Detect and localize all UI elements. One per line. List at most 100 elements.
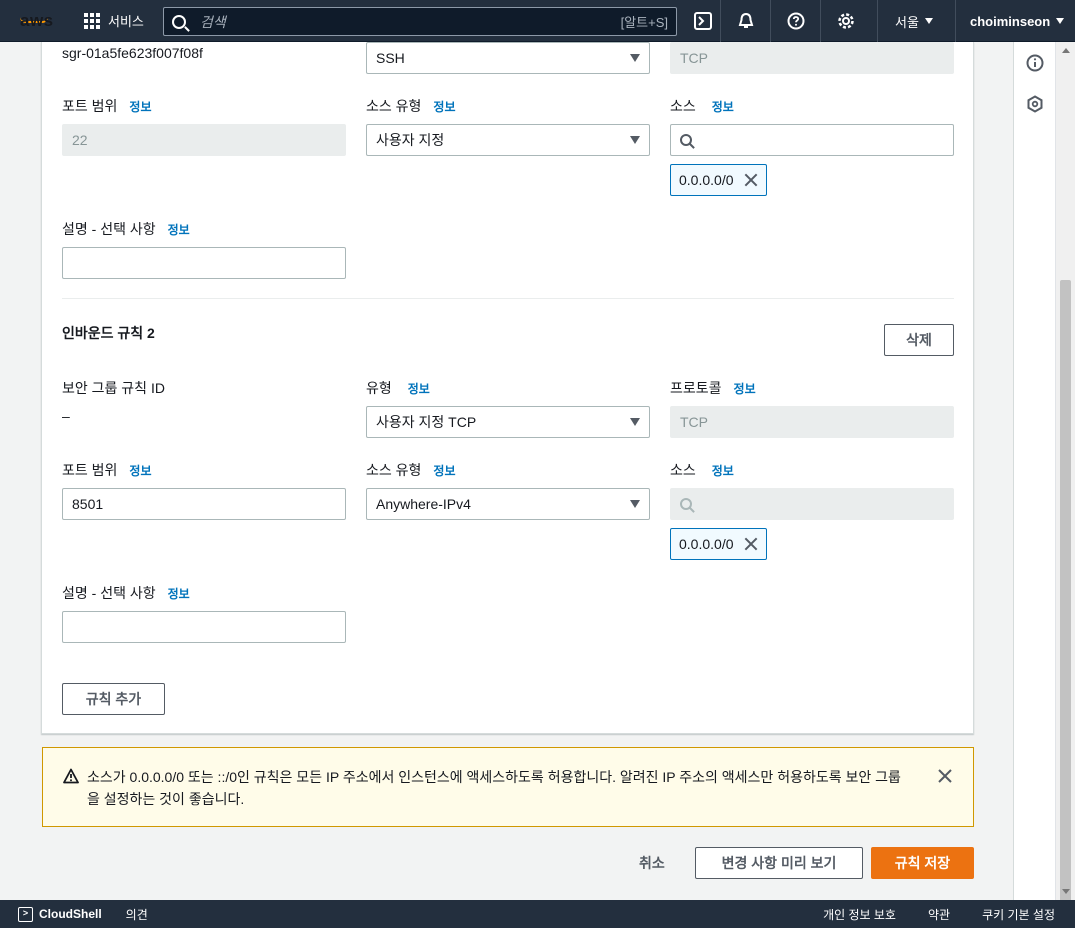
region-label: 서울 [895, 14, 919, 30]
gear-icon [837, 13, 854, 29]
rule2-source-label: 소스 정보 [670, 462, 734, 479]
info-link[interactable]: 정보 [129, 462, 151, 479]
cloudshell-button[interactable] [686, 0, 720, 42]
search-input[interactable]: 검색 [알트+S] [163, 7, 677, 36]
aws-logo[interactable]: aws [0, 0, 70, 42]
search-placeholder: 검색 [200, 13, 226, 30]
notifications-button[interactable] [720, 0, 770, 42]
help-icon [787, 12, 804, 30]
help-button[interactable] [770, 0, 820, 42]
rule2-sg-rule-id-label: 보안 그룹 규칙 ID [62, 380, 165, 396]
rule2-type-value: 사용자 지정 TCP [376, 414, 477, 430]
rule2-description-field[interactable] [62, 611, 346, 643]
user-menu[interactable]: choiminseon [955, 0, 1075, 42]
rule1-source-token: 0.0.0.0/0 [670, 164, 767, 196]
rule2-desc-label: 설명 - 선택 사항 정보 [62, 585, 190, 602]
rule2-source-type-select[interactable]: Anywhere-IPv4 [366, 488, 650, 520]
info-link[interactable]: 정보 [712, 462, 734, 479]
info-link[interactable]: 정보 [433, 462, 455, 479]
rule1-source-type-value: 사용자 지정 [376, 132, 445, 148]
rule2-source-search-input [670, 488, 954, 520]
preview-changes-button[interactable]: 변경 사항 미리 보기 [695, 847, 863, 879]
rule1-source-type-select[interactable]: 사용자 지정 [366, 124, 650, 156]
info-link[interactable]: 정보 [433, 98, 455, 115]
console-footer: > CloudShell 의견 개인 정보 보호 약관 쿠키 기본 설정 [0, 900, 1075, 928]
scroll-up-icon[interactable] [1062, 48, 1070, 53]
token-label: 0.0.0.0/0 [679, 172, 734, 188]
grid-icon [84, 12, 100, 29]
rule2-port-field[interactable]: 8501 [62, 488, 346, 520]
rule2-source-token: 0.0.0.0/0 [670, 528, 767, 560]
save-rules-button[interactable]: 규칙 저장 [871, 847, 974, 879]
rule1-protocol-field: TCP [670, 42, 954, 74]
rule2-port-label: 포트 범위 정보 [62, 462, 152, 479]
info-panel-button[interactable] [1025, 53, 1045, 73]
region-selector[interactable]: 서울 [877, 0, 950, 42]
close-icon[interactable] [744, 173, 758, 187]
search-icon [680, 134, 692, 146]
terminal-icon: > [18, 906, 33, 922]
rule2-source-type-value: Anywhere-IPv4 [376, 496, 471, 512]
delete-rule-button[interactable]: 삭제 [884, 324, 954, 356]
rule1-description-field[interactable] [62, 247, 346, 279]
rule1-port-field: 22 [62, 124, 346, 156]
resources-panel-button[interactable] [1025, 94, 1045, 114]
cookie-preferences-link[interactable]: 쿠키 기본 설정 [982, 906, 1055, 923]
cloudshell-footer-button[interactable]: > CloudShell [0, 906, 102, 922]
info-icon [1026, 54, 1043, 72]
token-label: 0.0.0.0/0 [679, 536, 734, 552]
scrollbar[interactable] [1055, 42, 1075, 920]
warning-alert: 소스가 0.0.0.0/0 또는 ::/0인 규칙은 모든 IP 주소에서 인스… [42, 747, 974, 827]
top-navigation: aws 서비스 검색 [알트+S] 서울 choiminseon [0, 0, 1075, 42]
info-link[interactable]: 정보 [168, 221, 190, 238]
hexagon-icon [1027, 95, 1042, 113]
scroll-down-icon[interactable] [1062, 889, 1070, 894]
info-link[interactable]: 정보 [712, 98, 734, 115]
add-rule-button[interactable]: 규칙 추가 [62, 683, 165, 715]
bell-icon [738, 12, 753, 28]
warning-text: 소스가 0.0.0.0/0 또는 ::/0인 규칙은 모든 IP 주소에서 인스… [87, 769, 901, 807]
rule2-sg-rule-id: – [62, 408, 70, 424]
rule2-title: 인바운드 규칙 2 [62, 325, 155, 341]
terminal-icon [694, 12, 712, 30]
rule1-source-label: 소스 정보 [670, 98, 734, 115]
info-link[interactable]: 정보 [734, 380, 756, 397]
rule2-protocol-label: 프로토콜 정보 [670, 380, 756, 397]
aws-logo-text: aws [20, 10, 54, 30]
feedback-link[interactable]: 의견 [126, 906, 148, 923]
caret-down-icon [630, 136, 640, 144]
rule2-source-type-label: 소스 유형 정보 [366, 462, 456, 479]
caret-down-icon [630, 418, 640, 426]
privacy-link[interactable]: 개인 정보 보호 [823, 906, 896, 923]
close-icon[interactable] [744, 537, 758, 551]
rule1-type-value: SSH [376, 50, 405, 66]
rule1-source-type-label: 소스 유형 정보 [366, 98, 456, 115]
tools-panel [1013, 42, 1055, 900]
search-icon [680, 498, 692, 510]
rule1-type-select[interactable]: SSH [366, 42, 650, 74]
cloudshell-label: CloudShell [39, 907, 102, 921]
chevron-down-icon [924, 18, 933, 24]
caret-down-icon [630, 54, 640, 62]
close-icon[interactable] [937, 768, 953, 784]
settings-button[interactable] [820, 0, 870, 42]
warning-icon [63, 768, 79, 784]
inbound-rules-card: sgr-01a5fe623f007f08f SSH TCP 포트 범위 정보 22… [41, 42, 974, 734]
user-name: choiminseon [970, 13, 1051, 29]
info-link[interactable]: 정보 [168, 585, 190, 602]
rule1-sg-rule-id: sgr-01a5fe623f007f08f [62, 45, 203, 61]
rule1-desc-label: 설명 - 선택 사항 정보 [62, 221, 190, 238]
rule2-type-label: 유형 정보 [366, 380, 430, 397]
caret-down-icon [630, 500, 640, 508]
terms-link[interactable]: 약관 [928, 906, 950, 923]
info-link[interactable]: 정보 [408, 380, 430, 397]
services-menu-button[interactable]: 서비스 [70, 0, 154, 42]
cancel-button[interactable]: 취소 [623, 848, 681, 878]
search-shortcut: [알트+S] [620, 15, 668, 30]
services-label: 서비스 [108, 14, 144, 29]
rule2-type-select[interactable]: 사용자 지정 TCP [366, 406, 650, 438]
chevron-down-icon [1056, 18, 1065, 24]
scroll-thumb[interactable] [1060, 280, 1071, 920]
info-link[interactable]: 정보 [129, 98, 151, 115]
rule1-source-search-input[interactable] [670, 124, 954, 156]
